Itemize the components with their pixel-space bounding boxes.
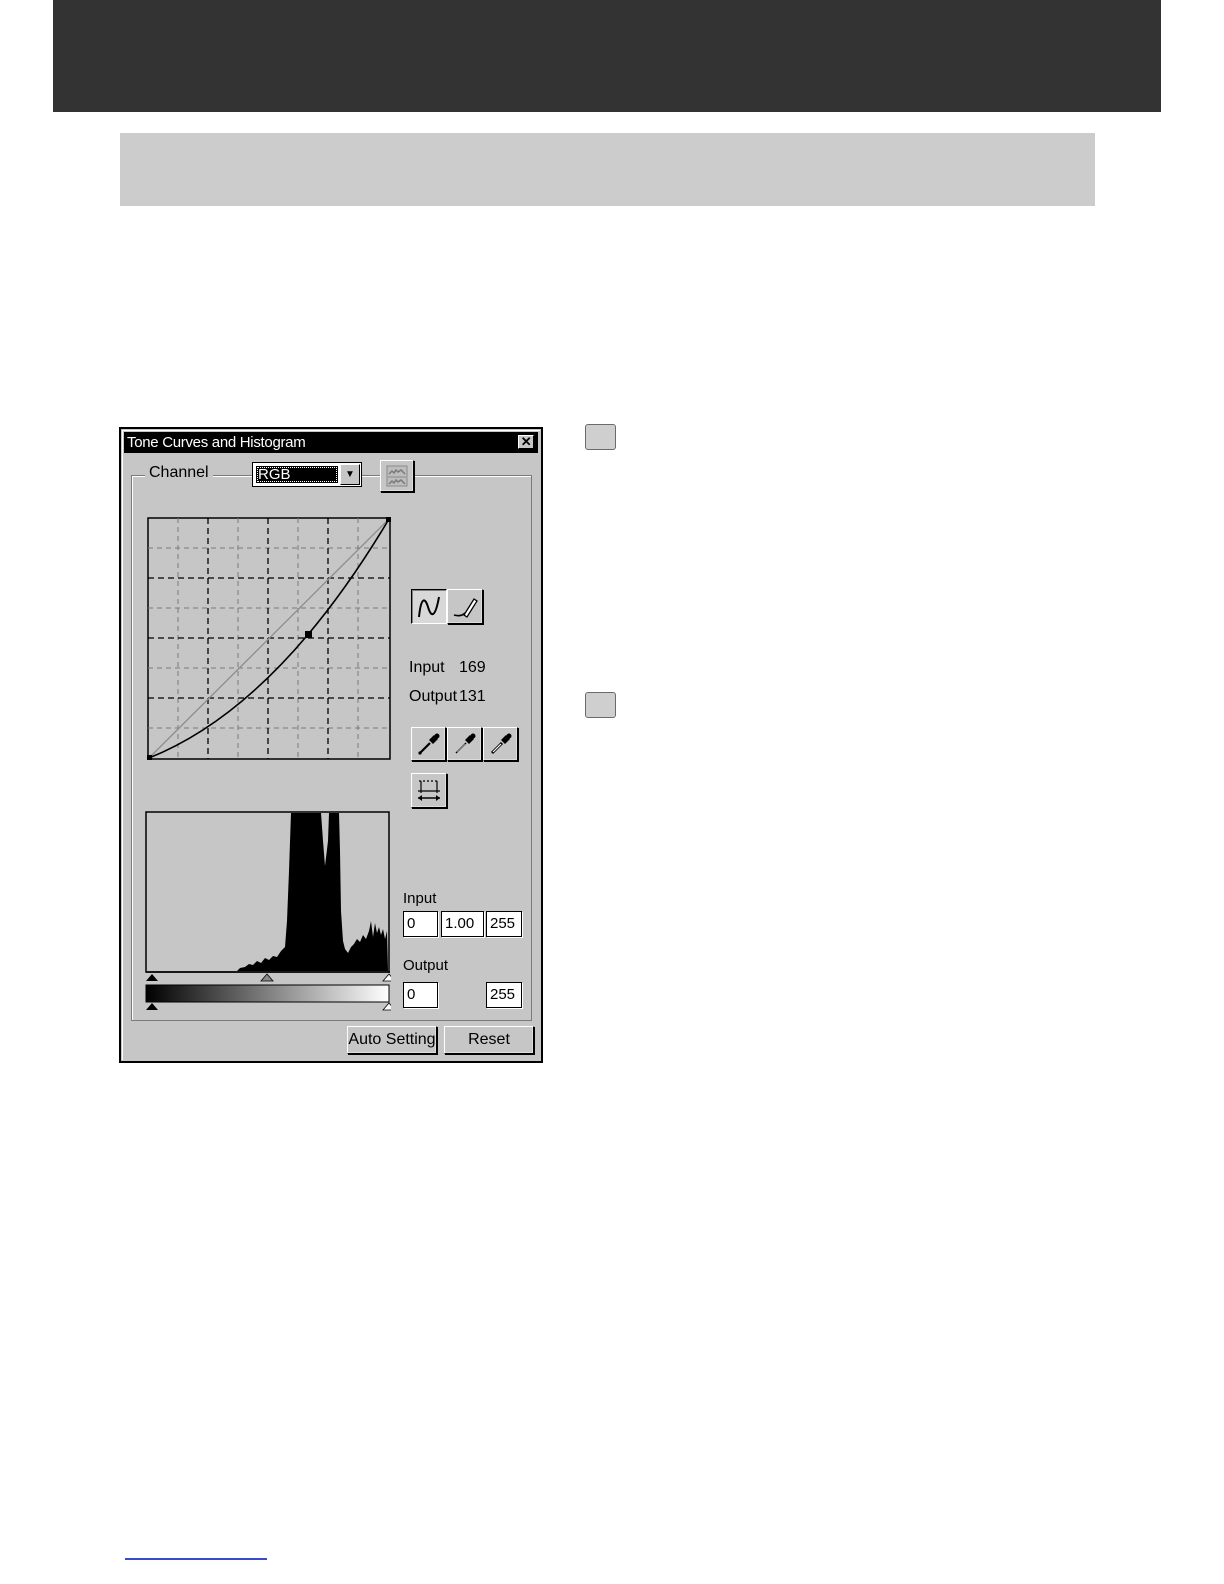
- eyedropper-icon: [455, 733, 475, 754]
- input-white-slider: [382, 973, 396, 982]
- compare-icon: [418, 780, 440, 801]
- chevron-down-icon[interactable]: ▼: [340, 464, 360, 485]
- output-white-field[interactable]: 255: [486, 982, 522, 1008]
- white-point-eyedropper-button[interactable]: [483, 727, 518, 761]
- compare-button[interactable]: [411, 773, 447, 808]
- histogram-svg: [145, 811, 396, 1011]
- curve-input-value: 169: [459, 659, 486, 676]
- curve-output-value: 131: [459, 688, 486, 705]
- curve-input-label: Input: [409, 659, 445, 676]
- levels-input-label: Input: [403, 890, 437, 907]
- channel-label: Channel: [145, 464, 213, 482]
- dialog-title-bar: Tone Curves and Histogram ✕: [124, 432, 538, 453]
- gray-point-eyedropper-button[interactable]: [447, 727, 482, 761]
- histogram-panel[interactable]: [145, 811, 396, 1011]
- input-gamma-slider: [260, 973, 274, 982]
- input-black-slider: [146, 974, 158, 981]
- curve-mode-button[interactable]: [411, 589, 447, 624]
- histogram-icon: [386, 465, 408, 487]
- tone-curves-dialog: Tone Curves and Histogram ✕ Channel RGB …: [119, 427, 543, 1063]
- output-black-field[interactable]: 0: [403, 982, 438, 1008]
- channel-select-value: RGB: [256, 466, 338, 483]
- levels-output-label: Output: [403, 957, 449, 974]
- eyedropper-icon: [490, 733, 511, 755]
- dialog-title: Tone Curves and Histogram: [127, 434, 306, 451]
- black-point-eyedropper-button[interactable]: [411, 727, 446, 761]
- curve-control-point: [305, 631, 312, 638]
- tone-curve-graph[interactable]: [147, 517, 391, 760]
- input-black-field[interactable]: 0: [403, 911, 438, 937]
- input-gamma-field[interactable]: 1.00: [441, 911, 484, 937]
- output-white-slider: [382, 1002, 396, 1011]
- close-button[interactable]: ✕: [518, 435, 534, 449]
- histogram-toggle-button[interactable]: [380, 460, 414, 492]
- eyedropper-icon: [417, 733, 439, 755]
- reset-button[interactable]: Reset: [444, 1026, 534, 1054]
- step-marker-1: [585, 424, 616, 450]
- curve-icon: [418, 596, 440, 618]
- freehand-mode-button[interactable]: [447, 589, 483, 624]
- page-header-bar: [53, 0, 1161, 112]
- section-title-bar: [120, 133, 1095, 206]
- auto-setting-button[interactable]: Auto Setting: [347, 1026, 437, 1054]
- tone-curve-svg: [147, 517, 391, 760]
- pencil-icon: [453, 598, 478, 618]
- footer-link-underline: [125, 1558, 267, 1560]
- input-white-field[interactable]: 255: [486, 911, 522, 937]
- channel-select[interactable]: RGB ▼: [252, 462, 362, 487]
- step-marker-2: [585, 692, 616, 718]
- output-black-slider: [146, 1003, 158, 1010]
- curve-output-label: Output: [409, 688, 458, 705]
